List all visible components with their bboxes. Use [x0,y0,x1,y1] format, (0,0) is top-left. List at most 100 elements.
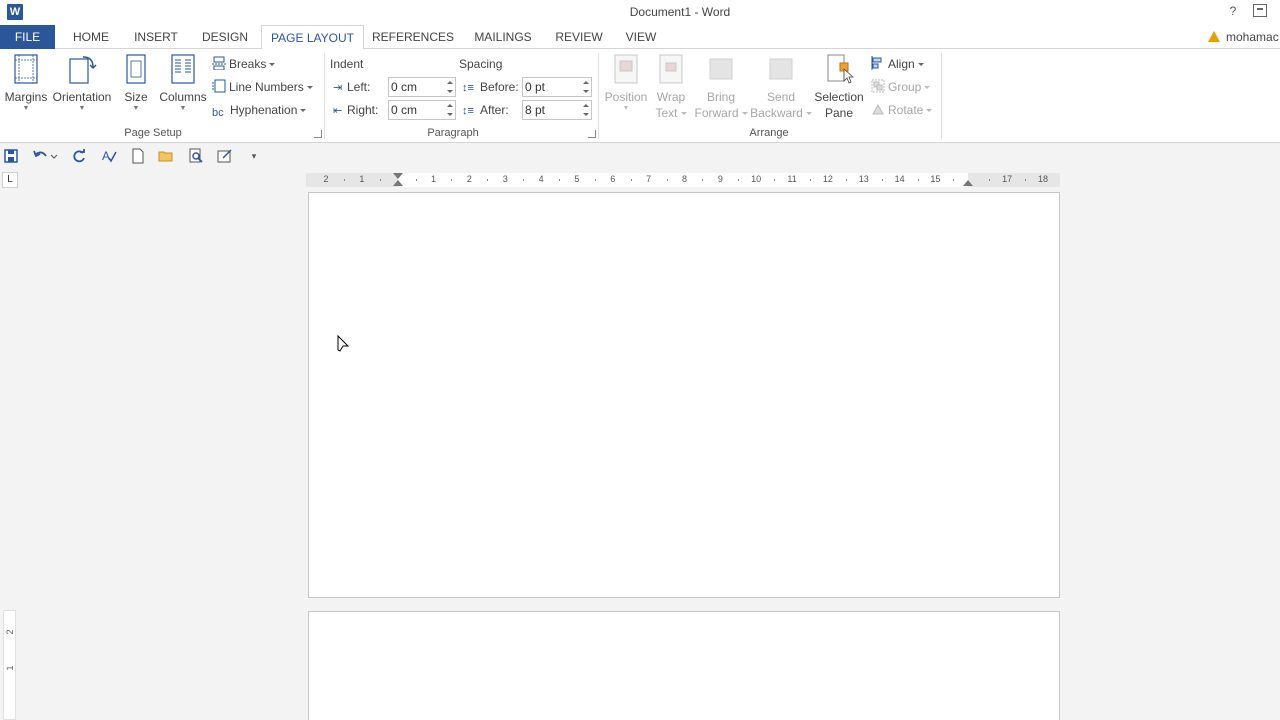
hanging-indent-marker[interactable] [393,180,403,186]
print-preview-icon[interactable] [188,148,204,164]
ruler-number: 1 [359,174,365,184]
ruler-number: 2 [466,174,472,184]
new-document-icon[interactable] [130,148,146,164]
chevron-down-icon [306,86,313,89]
undo-icon[interactable] [32,148,58,164]
spacing-before-field[interactable] [522,77,592,97]
ruler-number: 14 [894,174,905,184]
spacing-before-input[interactable] [523,78,591,96]
page-setup-dialog-launcher-icon[interactable] [314,130,322,138]
chevron-down-icon [917,63,924,66]
ruler-number: 11 [787,174,797,184]
wrap-text-button[interactable]: Wrap Text [652,53,690,121]
orientation-button[interactable]: Orientation ▼ [51,53,113,113]
help-button[interactable]: ? [1226,4,1240,18]
ruler-number: 17 [1002,174,1013,184]
tab-references[interactable]: REFERENCES [372,25,454,49]
rotate-icon [871,102,885,116]
chevron-down-icon: ▼ [78,105,86,112]
bring-forward-button[interactable]: Bring Forward [694,53,748,121]
user-account[interactable]: mohamac [1208,30,1279,44]
spin-down-icon[interactable] [583,90,589,93]
save-icon[interactable] [3,148,19,164]
tab-insert[interactable]: INSERT [128,25,184,49]
spacing-before-label: ↕≡ Before: [462,80,519,94]
tab-view[interactable]: VIEW [620,25,662,49]
indent-right-input[interactable] [389,101,455,119]
document-page[interactable] [308,192,1060,598]
ruler-tick [917,179,919,181]
tab-design[interactable]: DESIGN [196,25,254,49]
ruler-tick [1025,179,1027,181]
ribbon-display-options-icon[interactable] [1253,4,1267,17]
rotate-button[interactable]: Rotate [871,101,933,119]
right-indent-marker[interactable] [963,180,973,186]
first-line-indent-marker[interactable] [393,173,403,179]
paragraph-dialog-launcher-icon[interactable] [588,130,596,138]
chevron-down-icon [300,109,307,112]
spacing-after-input[interactable] [523,101,591,119]
indent-left-input[interactable] [389,78,455,96]
open-folder-icon[interactable] [158,148,174,164]
spin-down-icon[interactable] [447,113,453,116]
size-button[interactable]: Size ▼ [118,53,154,113]
spin-up-icon[interactable] [583,81,589,84]
position-button[interactable]: Position ▼ [602,53,650,113]
line-numbers-icon [212,79,226,93]
ruler-tick [523,179,525,181]
page-setup-group-label: Page Setup [124,127,182,139]
group-button[interactable]: Group [871,78,931,96]
chevron-down-icon [269,63,276,66]
paragraph-group-label: Paragraph [427,127,479,139]
tab-page-layout[interactable]: PAGE LAYOUT [261,25,364,50]
indent-left-field[interactable] [388,77,456,97]
spacing-heading: Spacing [459,57,503,71]
spin-up-icon[interactable] [447,104,453,107]
selection-pane-icon [824,53,855,85]
indent-right-field[interactable] [388,100,456,120]
tab-home[interactable]: HOME [64,25,118,49]
mouse-pointer-icon [336,334,350,354]
margins-button[interactable]: Margins ▼ [4,53,48,113]
ruler-number: 1 [431,174,437,184]
indent-heading: Indent [330,57,364,71]
spelling-check-icon[interactable]: A [101,148,117,164]
vertical-ruler[interactable]: 21 [3,610,16,720]
spin-up-icon[interactable] [583,104,589,107]
group-divider [324,53,325,139]
hyphenation-button[interactable]: bc Hyphenation [212,101,307,119]
align-button[interactable]: Align [871,55,924,73]
tab-file[interactable]: FILE [0,25,55,49]
tab-review[interactable]: REVIEW [552,25,606,49]
arrange-group-label: Arrange [749,127,789,139]
spin-down-icon[interactable] [583,113,589,116]
tab-selector-icon[interactable]: L [2,172,18,188]
spin-up-icon[interactable] [447,81,453,84]
document-page-next[interactable] [308,611,1060,720]
chevron-down-icon [805,112,812,115]
breaks-button[interactable]: Breaks [212,55,276,73]
spin-down-icon[interactable] [447,90,453,93]
selection-pane-button[interactable]: Selection Pane [812,53,866,121]
redo-icon[interactable] [71,148,87,164]
columns-button[interactable]: Columns ▼ [157,53,209,113]
title-bar: W Document1 - Word ? [0,0,1280,25]
touch-mode-icon[interactable] [217,148,233,164]
chevron-down-icon: ▼ [132,105,140,112]
window-title: Document1 - Word [629,5,731,19]
line-numbers-button[interactable]: Line Numbers [212,78,313,96]
tab-mailings[interactable]: MAILINGS [468,25,538,49]
chevron-down-icon: ▼ [179,105,187,112]
ruler-number: 15 [930,174,941,184]
send-backward-button[interactable]: Send Backward [750,53,812,121]
breaks-icon [212,56,226,71]
customize-toolbar-icon[interactable]: ▾ [246,148,262,164]
ruler-tick [953,179,955,181]
quick-access-toolbar: A ▾ [0,143,1280,169]
spacing-after-field[interactable] [522,100,592,120]
indent-left-label: ⇥ Left: [333,80,371,94]
ribbon-tabs: FILE HOME INSERT DESIGN PAGE LAYOUT REFE… [0,25,1280,50]
send-backward-icon [766,53,796,85]
horizontal-ruler[interactable]: 2 1 1 2 3 4 5 6 7 8 9 10 11 12 13 14 15 17 18 [306,173,1060,187]
group-divider [941,53,942,139]
